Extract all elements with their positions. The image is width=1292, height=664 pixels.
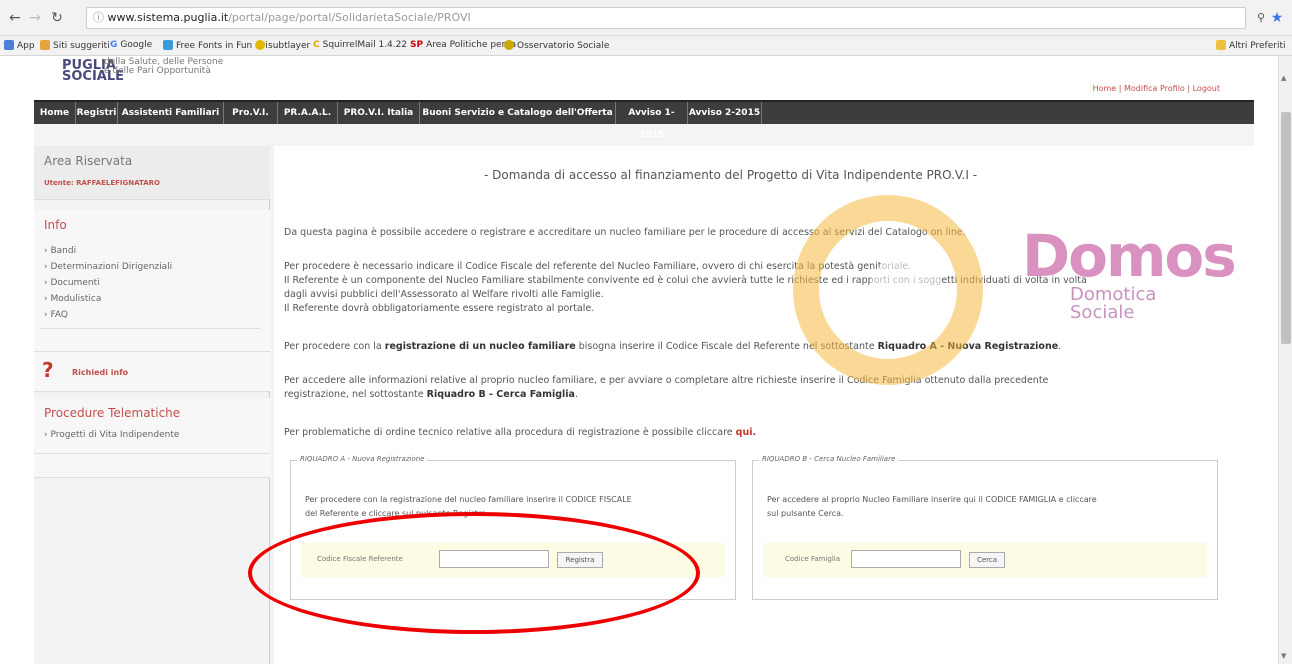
bookmark-item[interactable]: SP Area Politiche per la (410, 40, 516, 50)
info-panel: Info › Bandi › Determinazioni Dirigenzia… (34, 210, 270, 352)
menu-buoni-servizio[interactable]: Buoni Servizio e Catalogo dell'Offerta (420, 102, 616, 124)
sidebar-empty-block (34, 454, 270, 478)
bookmark-apps[interactable]: App (4, 40, 35, 51)
bookmark-item[interactable]: Siti suggeriti (40, 40, 110, 51)
reserved-area-title: Area Riservata (44, 154, 133, 168)
question-icon: ? (42, 358, 54, 382)
url-host: www.sistema.puglia.it (107, 11, 229, 24)
procedure-title: Procedure Telematiche (44, 406, 181, 420)
scroll-down-icon[interactable]: ▼ (1281, 652, 1286, 660)
box-b-form: Codice Famiglia Cerca (763, 543, 1207, 577)
richiedi-info-label: Richiedi info (72, 368, 129, 377)
info-title: Info (44, 218, 67, 232)
bookmark-icon (40, 40, 50, 50)
info-link-bandi[interactable]: › Bandi (44, 246, 76, 256)
squirrelmail-icon: C (313, 40, 320, 50)
paragraph-supporto: Per problematiche di ordine tecnico rela… (284, 427, 757, 438)
address-bar[interactable]: ⓘ www.sistema.puglia.it/portal/page/port… (86, 7, 1246, 29)
folder-icon (1216, 40, 1226, 50)
watermark-text: Domotica Sociale (1070, 284, 1157, 323)
menu-praal[interactable]: PR.A.A.L. (278, 102, 338, 124)
bookmark-item[interactable]: Free Fonts in Fun Cri (163, 40, 268, 51)
cerca-button[interactable]: Cerca (969, 552, 1005, 568)
web-page: PUGLIA SOCIALE della Salute, delle Perso… (0, 56, 1292, 664)
menu-provi-italia[interactable]: PRO.V.I. Italia (338, 102, 420, 124)
bookmarks-bar: App Siti suggeriti G Google Free Fonts in… (0, 36, 1292, 56)
bookmark-item[interactable]: Osservatorio Sociale (504, 40, 609, 51)
top-links[interactable]: Home | Modifica Profilo | Logout (1093, 84, 1220, 93)
info-link-determinazioni[interactable]: › Determinazioni Dirigenziali (44, 262, 172, 272)
codice-famiglia-input[interactable] (851, 550, 961, 568)
url-path: /portal/page/portal/SolidarietaSociale/P… (228, 11, 471, 24)
procedure-link-provi[interactable]: › Progetti di Vita Indipendente (44, 430, 179, 440)
menu-avviso-1[interactable]: Avviso 1-2015 (616, 102, 688, 140)
menu-avviso-2[interactable]: Avviso 2-2015 (688, 102, 762, 124)
scrollbar-thumb[interactable] (1281, 112, 1291, 344)
apps-icon (4, 40, 14, 50)
box-b-text: Per accedere al proprio Nucleo Familiare… (767, 495, 1097, 518)
info-link-documenti[interactable]: › Documenti (44, 278, 100, 288)
menu-assistenti[interactable]: Assistenti Familiari (118, 102, 224, 124)
box-b-legend: RIQUADRO B - Cerca Nucleo Familiare (759, 455, 899, 463)
paragraph-famiglia: Per accedere alle informazioni relative … (284, 375, 1049, 400)
info-link-modulistica[interactable]: › Modulistica (44, 294, 101, 304)
codice-famiglia-label: Codice Famiglia (785, 555, 840, 563)
scrollbar[interactable]: ▲ ▼ (1278, 56, 1292, 664)
other-bookmarks[interactable]: Altri Preferiti (1216, 40, 1286, 51)
bookmark-icon (504, 40, 514, 50)
site-header: PUGLIA SOCIALE della Salute, delle Perso… (34, 56, 1254, 100)
star-icon[interactable]: ★ (1268, 9, 1286, 27)
scroll-up-icon[interactable]: ▲ (1281, 74, 1286, 82)
bookmark-icon (163, 40, 173, 50)
support-link[interactable]: qui (736, 427, 753, 438)
reload-icon[interactable]: ↻ (48, 9, 66, 27)
logo-subtitle: della Salute, delle Persone e delle Pari… (104, 57, 224, 76)
sp-icon: SP (410, 40, 424, 50)
bookmark-item[interactable]: C SquirrelMail 1.4.22 (313, 40, 407, 50)
browser-toolbar: ← → ↻ ⓘ www.sistema.puglia.it/portal/pag… (0, 0, 1292, 36)
menu-home[interactable]: Home (34, 102, 76, 124)
paragraph-registrazione: Per procedere con la registrazione di un… (284, 341, 1062, 352)
sidebar: Area Riservata Utente: RAFFAELEFIGNATARO… (34, 146, 270, 664)
domos-logo-icon (793, 195, 983, 385)
reserved-area: Area Riservata Utente: RAFFAELEFIGNATARO (34, 146, 270, 200)
box-cerca-famiglia: RIQUADRO B - Cerca Nucleo Familiare Per … (752, 455, 1218, 600)
forward-icon[interactable]: → (26, 9, 44, 27)
annotation-ellipse (248, 512, 700, 634)
divider (40, 328, 260, 329)
watermark-brand: Domos (1022, 222, 1237, 290)
bookmark-item[interactable]: subtlayer (255, 40, 310, 51)
menu-registri[interactable]: Registri (76, 102, 118, 124)
info-link-faq[interactable]: › FAQ (44, 310, 68, 320)
menu-provi[interactable]: Pro.V.I. (224, 102, 278, 124)
info-icon[interactable]: ⓘ (93, 11, 108, 24)
box-a-legend: RIQUADRO A - Nuova Registrazione (297, 455, 428, 463)
bookmark-item[interactable]: G Google (110, 40, 152, 50)
back-icon[interactable]: ← (6, 9, 24, 27)
user-name: Utente: RAFFAELEFIGNATARO (44, 179, 160, 187)
page-title: - Domanda di accesso al finanziamento de… (484, 168, 978, 182)
procedure-panel: Procedure Telematiche › Progetti di Vita… (34, 398, 270, 454)
bookmark-icon (255, 40, 265, 50)
main-menu: Home Registri Assistenti Familiari Pro.V… (34, 100, 1254, 140)
richiedi-info[interactable]: ? Richiedi info (34, 352, 270, 392)
google-icon: G (110, 40, 118, 50)
